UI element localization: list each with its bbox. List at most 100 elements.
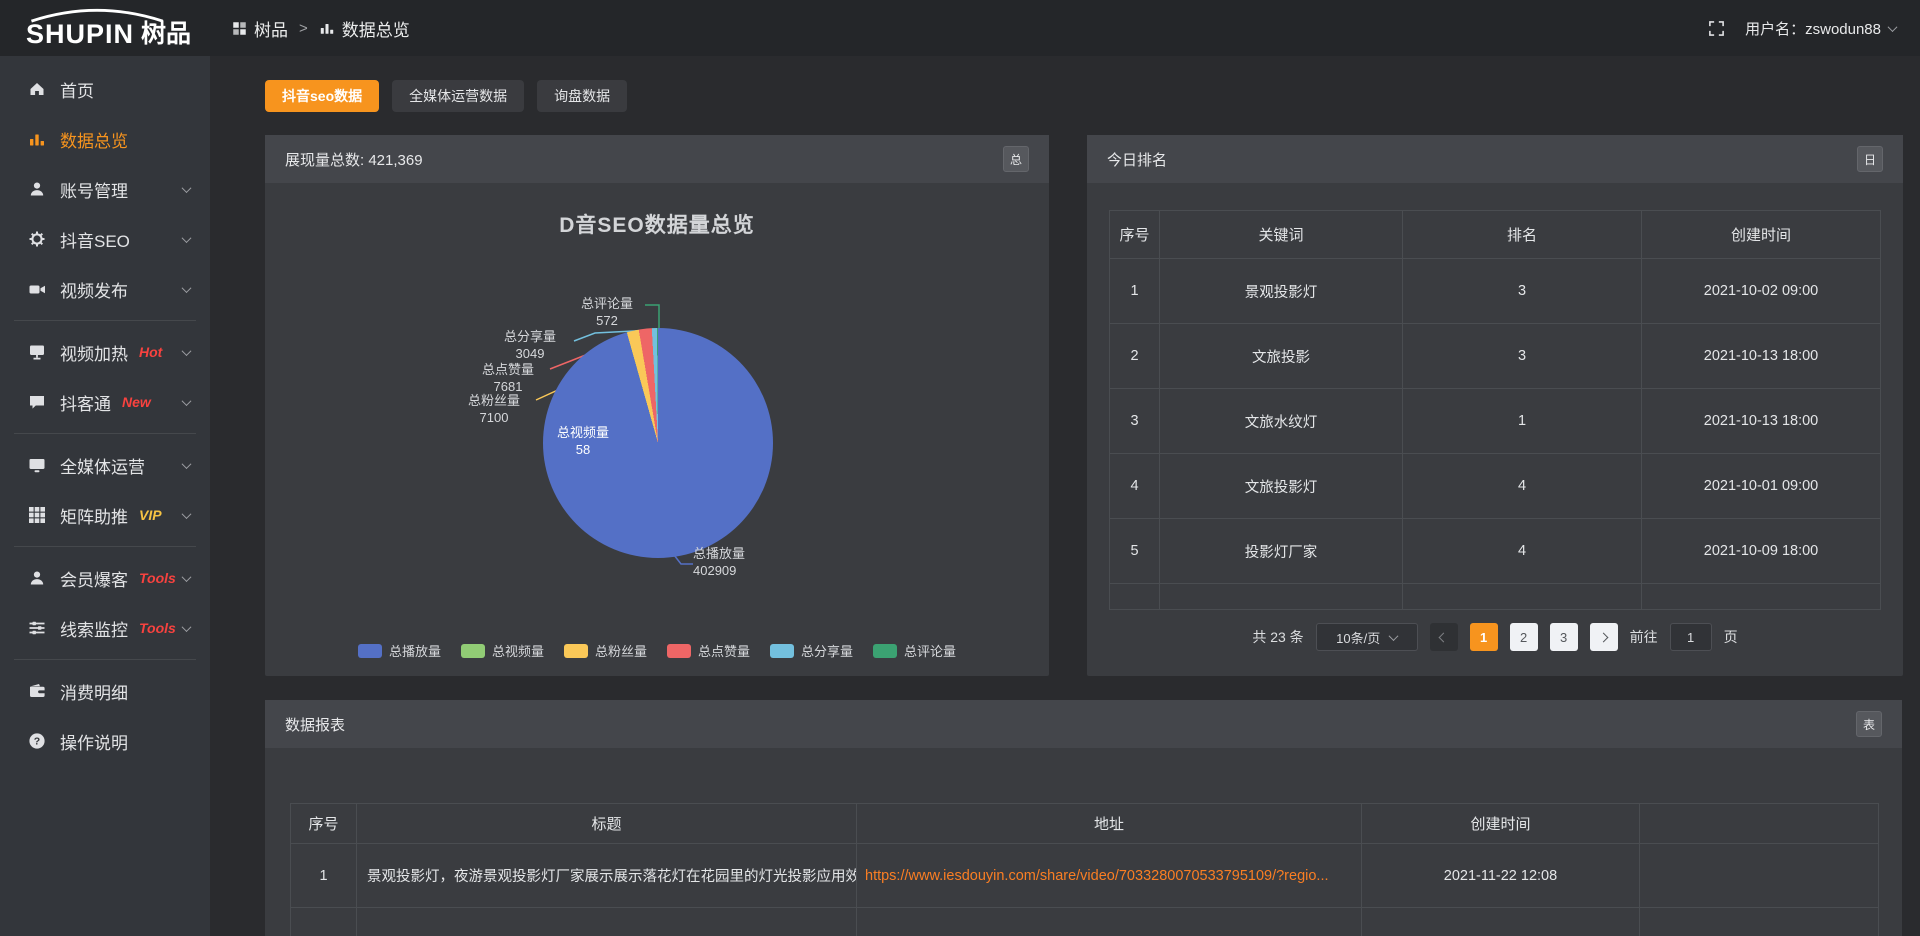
video-link[interactable]: https://www.iesdouyin.com/share/video/70…: [865, 868, 1329, 884]
sidebar-item-label: 消费明细: [60, 679, 128, 704]
logo-text-cn: 树品: [141, 21, 191, 47]
sidebar-item-home[interactable]: 首页: [0, 64, 210, 114]
pie-label-videos: 总视频量 58: [541, 424, 625, 458]
sidebar-item-clue-monitor[interactable]: 线索监控 Tools: [0, 603, 210, 653]
video-title-cell: 景观投影灯，夜游景观投影灯厂家展示展示落花灯在花园里的灯光投影应用效果 #: [357, 844, 857, 908]
col-created: 创建时间: [1642, 211, 1881, 259]
legend-item[interactable]: 总播放量: [358, 641, 441, 660]
sidebar-item-label: 操作说明: [60, 729, 128, 754]
fullscreen-icon[interactable]: [1708, 20, 1725, 37]
user-dropdown[interactable]: 用户名：zswodun88: [1745, 18, 1896, 39]
sidebar-item-label: 线索监控: [60, 616, 128, 641]
username-label: 用户名：zswodun88: [1745, 18, 1881, 39]
pagination: 共 23 条 10条/页 1 2 3 前往 页: [1087, 623, 1903, 651]
chevron-down-icon: [1389, 631, 1399, 641]
col-keyword: 关键词: [1160, 211, 1403, 259]
sidebar-item-data-overview[interactable]: 数据总览: [0, 114, 210, 164]
ranking-table: 序号 关键词 排名 创建时间 1景观投影灯32021-10-02 09:00 2…: [1109, 210, 1881, 610]
table-row: 1景观投影灯32021-10-02 09:00: [1110, 259, 1881, 324]
sidebar-item-doukertong[interactable]: 抖客通 New: [0, 377, 210, 427]
sidebar-item-account[interactable]: 账号管理: [0, 164, 210, 214]
chevron-down-icon: [182, 346, 192, 356]
legend-item[interactable]: 总粉丝量: [564, 641, 647, 660]
pie-label-fans: 总粉丝量 7100: [452, 392, 536, 426]
ranking-title: 今日排名: [1107, 149, 1167, 170]
report-panel-header: 数据报表 表: [265, 700, 1902, 748]
breadcrumb-item-home[interactable]: 树品: [232, 16, 288, 41]
chevron-down-icon: [182, 233, 192, 243]
ranking-panel-header: 今日排名 日: [1087, 135, 1903, 183]
table-row: 2文旅投影32021-10-13 18:00: [1110, 324, 1881, 389]
topbar: SHUPIN 树品 树品 > 数据总览 用户名：zswo: [0, 0, 1920, 56]
legend-item[interactable]: 总分享量: [770, 641, 853, 660]
table-row: 4文旅投影灯42021-10-01 09:00: [1110, 454, 1881, 519]
wallet-icon: [28, 682, 46, 700]
legend-item[interactable]: 总评论量: [873, 641, 956, 660]
sidebar-item-label: 全媒体运营: [60, 453, 145, 478]
chart-bars-icon: [28, 130, 46, 148]
sidebar-item-consumption[interactable]: 消费明细: [0, 666, 210, 716]
sidebar-item-label: 视频加热: [60, 340, 128, 365]
sidebar-divider: [14, 433, 196, 434]
user-icon: [28, 180, 46, 198]
total-view-button[interactable]: 总: [1003, 146, 1029, 172]
sidebar-item-matrix-boost[interactable]: 矩阵助推 VIP: [0, 490, 210, 540]
chevron-down-icon: [182, 622, 192, 632]
tools-badge: Tools: [139, 570, 176, 586]
table-view-button[interactable]: 表: [1856, 711, 1882, 737]
legend-swatch: [667, 644, 691, 658]
goto-label: 前往: [1630, 627, 1658, 647]
chevron-down-icon: [182, 509, 192, 519]
legend-swatch: [770, 644, 794, 658]
tab-media-operation-data[interactable]: 全媒体运营数据: [392, 80, 524, 112]
sidebar-item-video-heat[interactable]: 视频加热 Hot: [0, 327, 210, 377]
tab-inquiry-data[interactable]: 询盘数据: [537, 80, 627, 112]
page-button-1[interactable]: 1: [1470, 623, 1498, 651]
breadcrumb-separator: >: [299, 20, 308, 37]
page-size-select[interactable]: 10条/页: [1316, 623, 1418, 651]
tab-douyin-seo-data[interactable]: 抖音seo数据: [265, 80, 379, 112]
person-icon: [28, 569, 46, 587]
col-created: 创建时间: [1362, 804, 1640, 844]
tab-bar: 抖音seo数据 全媒体运营数据 询盘数据: [265, 80, 1902, 112]
breadcrumb-item-current[interactable]: 数据总览: [319, 16, 410, 41]
col-rank: 排名: [1403, 211, 1642, 259]
sidebar-item-label: 抖音SEO: [60, 227, 130, 252]
sidebar-divider: [14, 659, 196, 660]
gear-icon: [28, 230, 46, 248]
col-index: 序号: [1110, 211, 1160, 259]
legend-item[interactable]: 总视频量: [461, 641, 544, 660]
day-view-button[interactable]: 日: [1857, 146, 1883, 172]
sidebar-item-media-operation[interactable]: 全媒体运营: [0, 440, 210, 490]
app-root: SHUPIN 树品 树品 > 数据总览 用户名：zswo: [0, 0, 1920, 936]
table-row: 1 景观投影灯，夜游景观投影灯厂家展示展示落花灯在花园里的灯光投影应用效果 # …: [291, 844, 1879, 908]
page-button-2[interactable]: 2: [1510, 623, 1538, 651]
question-circle-icon: ?: [28, 732, 46, 750]
page-button-3[interactable]: 3: [1550, 623, 1578, 651]
pie-label-comments: 总评论量 572: [565, 295, 649, 329]
col-extra: [1640, 804, 1879, 844]
sidebar-item-label: 数据总览: [60, 127, 128, 152]
chevron-down-icon: [1888, 22, 1898, 32]
table-row: 5投影灯厂家42021-10-09 18:00: [1110, 519, 1881, 584]
sidebar-item-instructions[interactable]: ? 操作说明: [0, 716, 210, 766]
sidebar-divider: [14, 546, 196, 547]
hot-badge: Hot: [139, 344, 162, 360]
prev-page-button[interactable]: [1430, 623, 1458, 651]
goto-page-input[interactable]: [1670, 623, 1712, 651]
ranking-panel: 今日排名 日 序号 关键词 排名 创建时间: [1087, 135, 1903, 676]
pie-label-likes: 总点赞量 7681: [466, 361, 550, 395]
breadcrumb: 树品 > 数据总览: [232, 16, 410, 41]
breadcrumb-label: 数据总览: [342, 16, 410, 41]
sidebar-item-video-publish[interactable]: 视频发布: [0, 264, 210, 314]
sidebar-item-douyin-seo[interactable]: 抖音SEO: [0, 214, 210, 264]
sidebar-item-member-burst[interactable]: 会员爆客 Tools: [0, 553, 210, 603]
chevron-down-icon: [182, 459, 192, 469]
table-row-partial: [1110, 584, 1881, 610]
table-header-row: 序号 关键词 排名 创建时间: [1110, 211, 1881, 259]
legend-item[interactable]: 总点赞量: [667, 641, 750, 660]
screen-icon: [28, 343, 46, 361]
next-page-button[interactable]: [1590, 623, 1618, 651]
sidebar-item-label: 视频发布: [60, 277, 128, 302]
video-url-cell: https://www.iesdouyin.com/share/video/70…: [857, 844, 1362, 908]
